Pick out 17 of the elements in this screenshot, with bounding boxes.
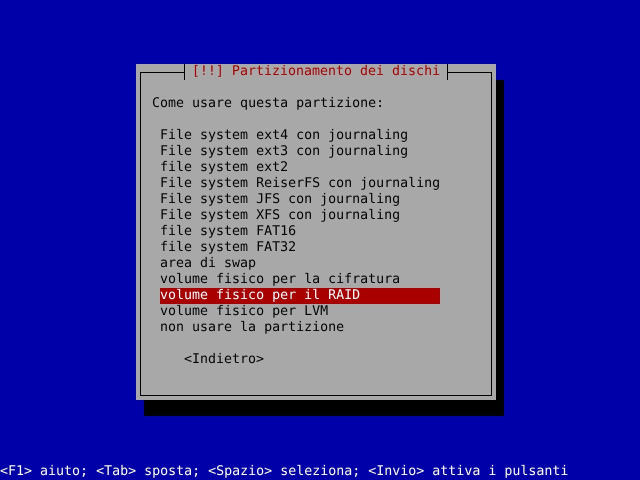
option-item[interactable]: volume fisico per la cifratura (160, 272, 440, 288)
option-item[interactable]: File system XFS con journaling (160, 208, 440, 224)
dialog-title: [!!] Partizionamento dei dischi (184, 64, 448, 80)
option-item[interactable]: File system ext3 con journaling (160, 144, 440, 160)
option-item[interactable]: volume fisico per LVM (160, 304, 440, 320)
back-button[interactable]: <Indietro> (184, 352, 264, 368)
option-item[interactable]: File system JFS con journaling (160, 192, 440, 208)
option-item[interactable]: file system FAT16 (160, 224, 440, 240)
prompt-text: Come usare questa partizione: (152, 96, 386, 112)
option-item[interactable]: volume fisico per il RAID (160, 288, 440, 304)
option-item[interactable]: file system ext2 (160, 160, 440, 176)
option-item[interactable]: area di swap (160, 256, 440, 272)
option-item[interactable]: File system ReiserFS con journaling (160, 176, 440, 192)
option-item[interactable]: File system ext4 con journaling (160, 128, 440, 144)
option-item[interactable]: non usare la partizione (160, 320, 440, 336)
help-text: <F1> aiuto; <Tab> sposta; <Spazio> seleziona; <Invio> attiva i pulsanti (0, 464, 570, 480)
option-item[interactable]: file system FAT32 (160, 240, 440, 256)
